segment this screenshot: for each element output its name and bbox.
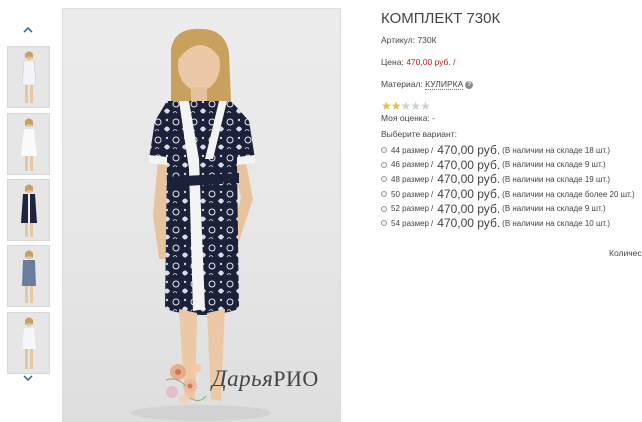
product-title: КОМПЛЕКТ 730К (381, 10, 501, 27)
variant-stock: (В наличии на складе 18 шт.) (502, 145, 611, 155)
variant-size: 52 размер (391, 204, 429, 214)
thumbnail-4[interactable] (7, 245, 50, 307)
variant-price: 470,00 руб. (437, 201, 501, 216)
thumbnail-gallery (0, 0, 56, 422)
model-white-set-thumb (8, 313, 49, 373)
variant-radio[interactable] (381, 176, 387, 183)
thumbnail-2[interactable] (7, 113, 50, 175)
variant-price: 470,00 руб. (437, 216, 501, 231)
variant-price: 470,00 руб. (437, 172, 501, 187)
model-dark-robe-thumb (8, 180, 49, 240)
brand-watermark-text: ДарьяРИО (212, 366, 319, 392)
sku-label: Артикул: (381, 35, 416, 45)
variant-option[interactable]: 50 размер/470,00 руб. (В наличии на склад… (381, 187, 642, 202)
variant-separator: / (431, 145, 434, 155)
sku-value: 730К (417, 35, 437, 45)
variant-option[interactable]: 46 размер/470,00 руб. (В наличии на склад… (381, 158, 642, 173)
variant-separator: / (431, 189, 434, 199)
variant-stock: (В наличии на складе 19 шт.) (502, 174, 611, 184)
model-white-dress-thumb (8, 47, 49, 107)
material-label: Материал: (381, 79, 423, 89)
variant-radio[interactable] (381, 191, 387, 198)
thumbnail-3[interactable] (7, 179, 50, 241)
material-row: Материал: КУЛИРКА? (381, 79, 642, 90)
watermark-brand: РИО (273, 366, 319, 391)
variant-radio[interactable] (381, 147, 387, 154)
sku-row: Артикул: 730К (381, 35, 642, 45)
price-row: Цена: 470,00 руб. / (381, 57, 642, 67)
variant-option[interactable]: 54 размер/470,00 руб. (В наличии на склад… (381, 216, 642, 231)
star-icon[interactable]: ★ (420, 100, 431, 112)
variant-radio[interactable] (381, 205, 387, 212)
variant-radio[interactable] (381, 161, 387, 168)
variant-option[interactable]: 48 размер/470,00 руб. (В наличии на склад… (381, 172, 642, 187)
variant-price: 470,00 руб. (437, 157, 501, 172)
model-blue-robe-thumb (8, 246, 49, 306)
watermark-script: Дарья (212, 366, 274, 391)
variant-list: 44 размер/470,00 руб. (В наличии на склад… (381, 143, 642, 231)
variant-size: 44 размер (391, 145, 429, 155)
choose-variant-label: Выберите вариант: (381, 129, 457, 139)
thumbnail-5[interactable] (7, 312, 50, 374)
model-white-slip-thumb (8, 114, 49, 174)
variant-size: 54 размер (391, 218, 429, 228)
variant-stock: (В наличии на складе 9 шт.) (502, 204, 606, 214)
variant-separator: / (431, 204, 434, 214)
thumbnail-1[interactable] (7, 46, 50, 108)
variant-price: 470,00 руб. (437, 143, 501, 158)
my-rating: Моя оценка: - (381, 113, 435, 123)
price-value: 470,00 руб. (406, 57, 451, 67)
variant-size: 48 размер (391, 174, 429, 184)
variant-separator: / (431, 160, 434, 170)
help-icon[interactable]: ? (465, 81, 474, 89)
price-label: Цена: (381, 57, 404, 67)
rating-stars[interactable]: ★★★★★ (381, 97, 642, 112)
variant-option[interactable]: 52 размер/470,00 руб. (В наличии на склад… (381, 201, 642, 216)
variant-stock: (В наличии на складе 10 шт.) (502, 218, 611, 228)
chevron-up-icon[interactable] (22, 24, 34, 36)
variant-separator: / (431, 218, 434, 228)
variant-size: 46 размер (391, 160, 429, 170)
variant-stock: (В наличии на складе более 20 шт.) (502, 189, 635, 199)
variant-separator: / (431, 174, 434, 184)
material-link[interactable]: КУЛИРКА (425, 79, 464, 90)
product-info: КОМПЛЕКТ 730К Артикул: 730К Цена: 470,00… (381, 10, 642, 231)
chevron-down-icon[interactable] (22, 372, 34, 384)
variant-stock: (В наличии на складе 9 шт.) (502, 160, 606, 170)
quantity-label: Количес (609, 248, 642, 258)
variant-option[interactable]: 44 размер/470,00 руб. (В наличии на склад… (381, 143, 642, 158)
variant-size: 50 размер (391, 189, 429, 199)
variant-radio[interactable] (381, 220, 387, 227)
price-separator: / (453, 57, 456, 67)
variant-price: 470,00 руб. (437, 187, 501, 202)
